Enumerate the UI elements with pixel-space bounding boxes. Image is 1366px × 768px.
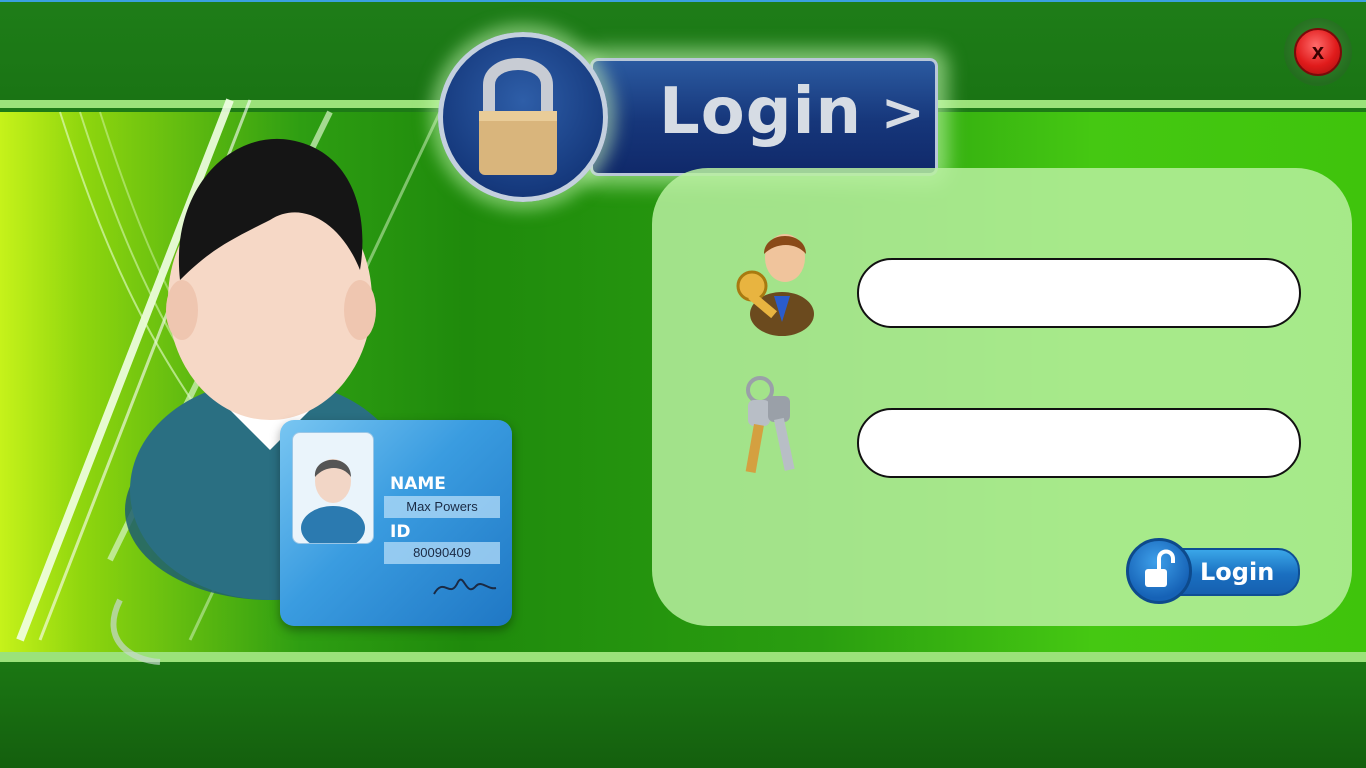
card-id-value: 80090409 [384, 542, 500, 564]
close-icon: x [1294, 28, 1342, 76]
card-name-value: Max Powers [384, 496, 500, 518]
banner-arrow: > [881, 83, 925, 143]
id-card-photo [292, 432, 374, 550]
card-name-label: NAME [390, 474, 446, 494]
banner-lock-badge [438, 32, 608, 202]
login-button-label: Login [1200, 558, 1275, 586]
login-button-badge [1126, 538, 1192, 604]
login-button[interactable]: Login [1126, 538, 1300, 604]
card-id-label: ID [390, 522, 411, 542]
person-silhouette-icon [301, 459, 365, 550]
id-card: NAME Max Powers ID 80090409 [280, 420, 512, 626]
login-banner: Login > [590, 58, 938, 176]
username-field[interactable] [857, 258, 1301, 328]
banner-title: Login [659, 75, 863, 149]
user-key-icon [736, 234, 814, 336]
padlock-icon [479, 58, 557, 175]
login-window: NAME Max Powers ID 80090409 Login > x Lo… [0, 0, 1366, 768]
unlock-icon [1145, 549, 1175, 587]
password-field[interactable] [857, 408, 1301, 478]
close-button[interactable]: x [1284, 18, 1352, 86]
signature-image [433, 578, 497, 595]
keys-icon [745, 376, 795, 474]
